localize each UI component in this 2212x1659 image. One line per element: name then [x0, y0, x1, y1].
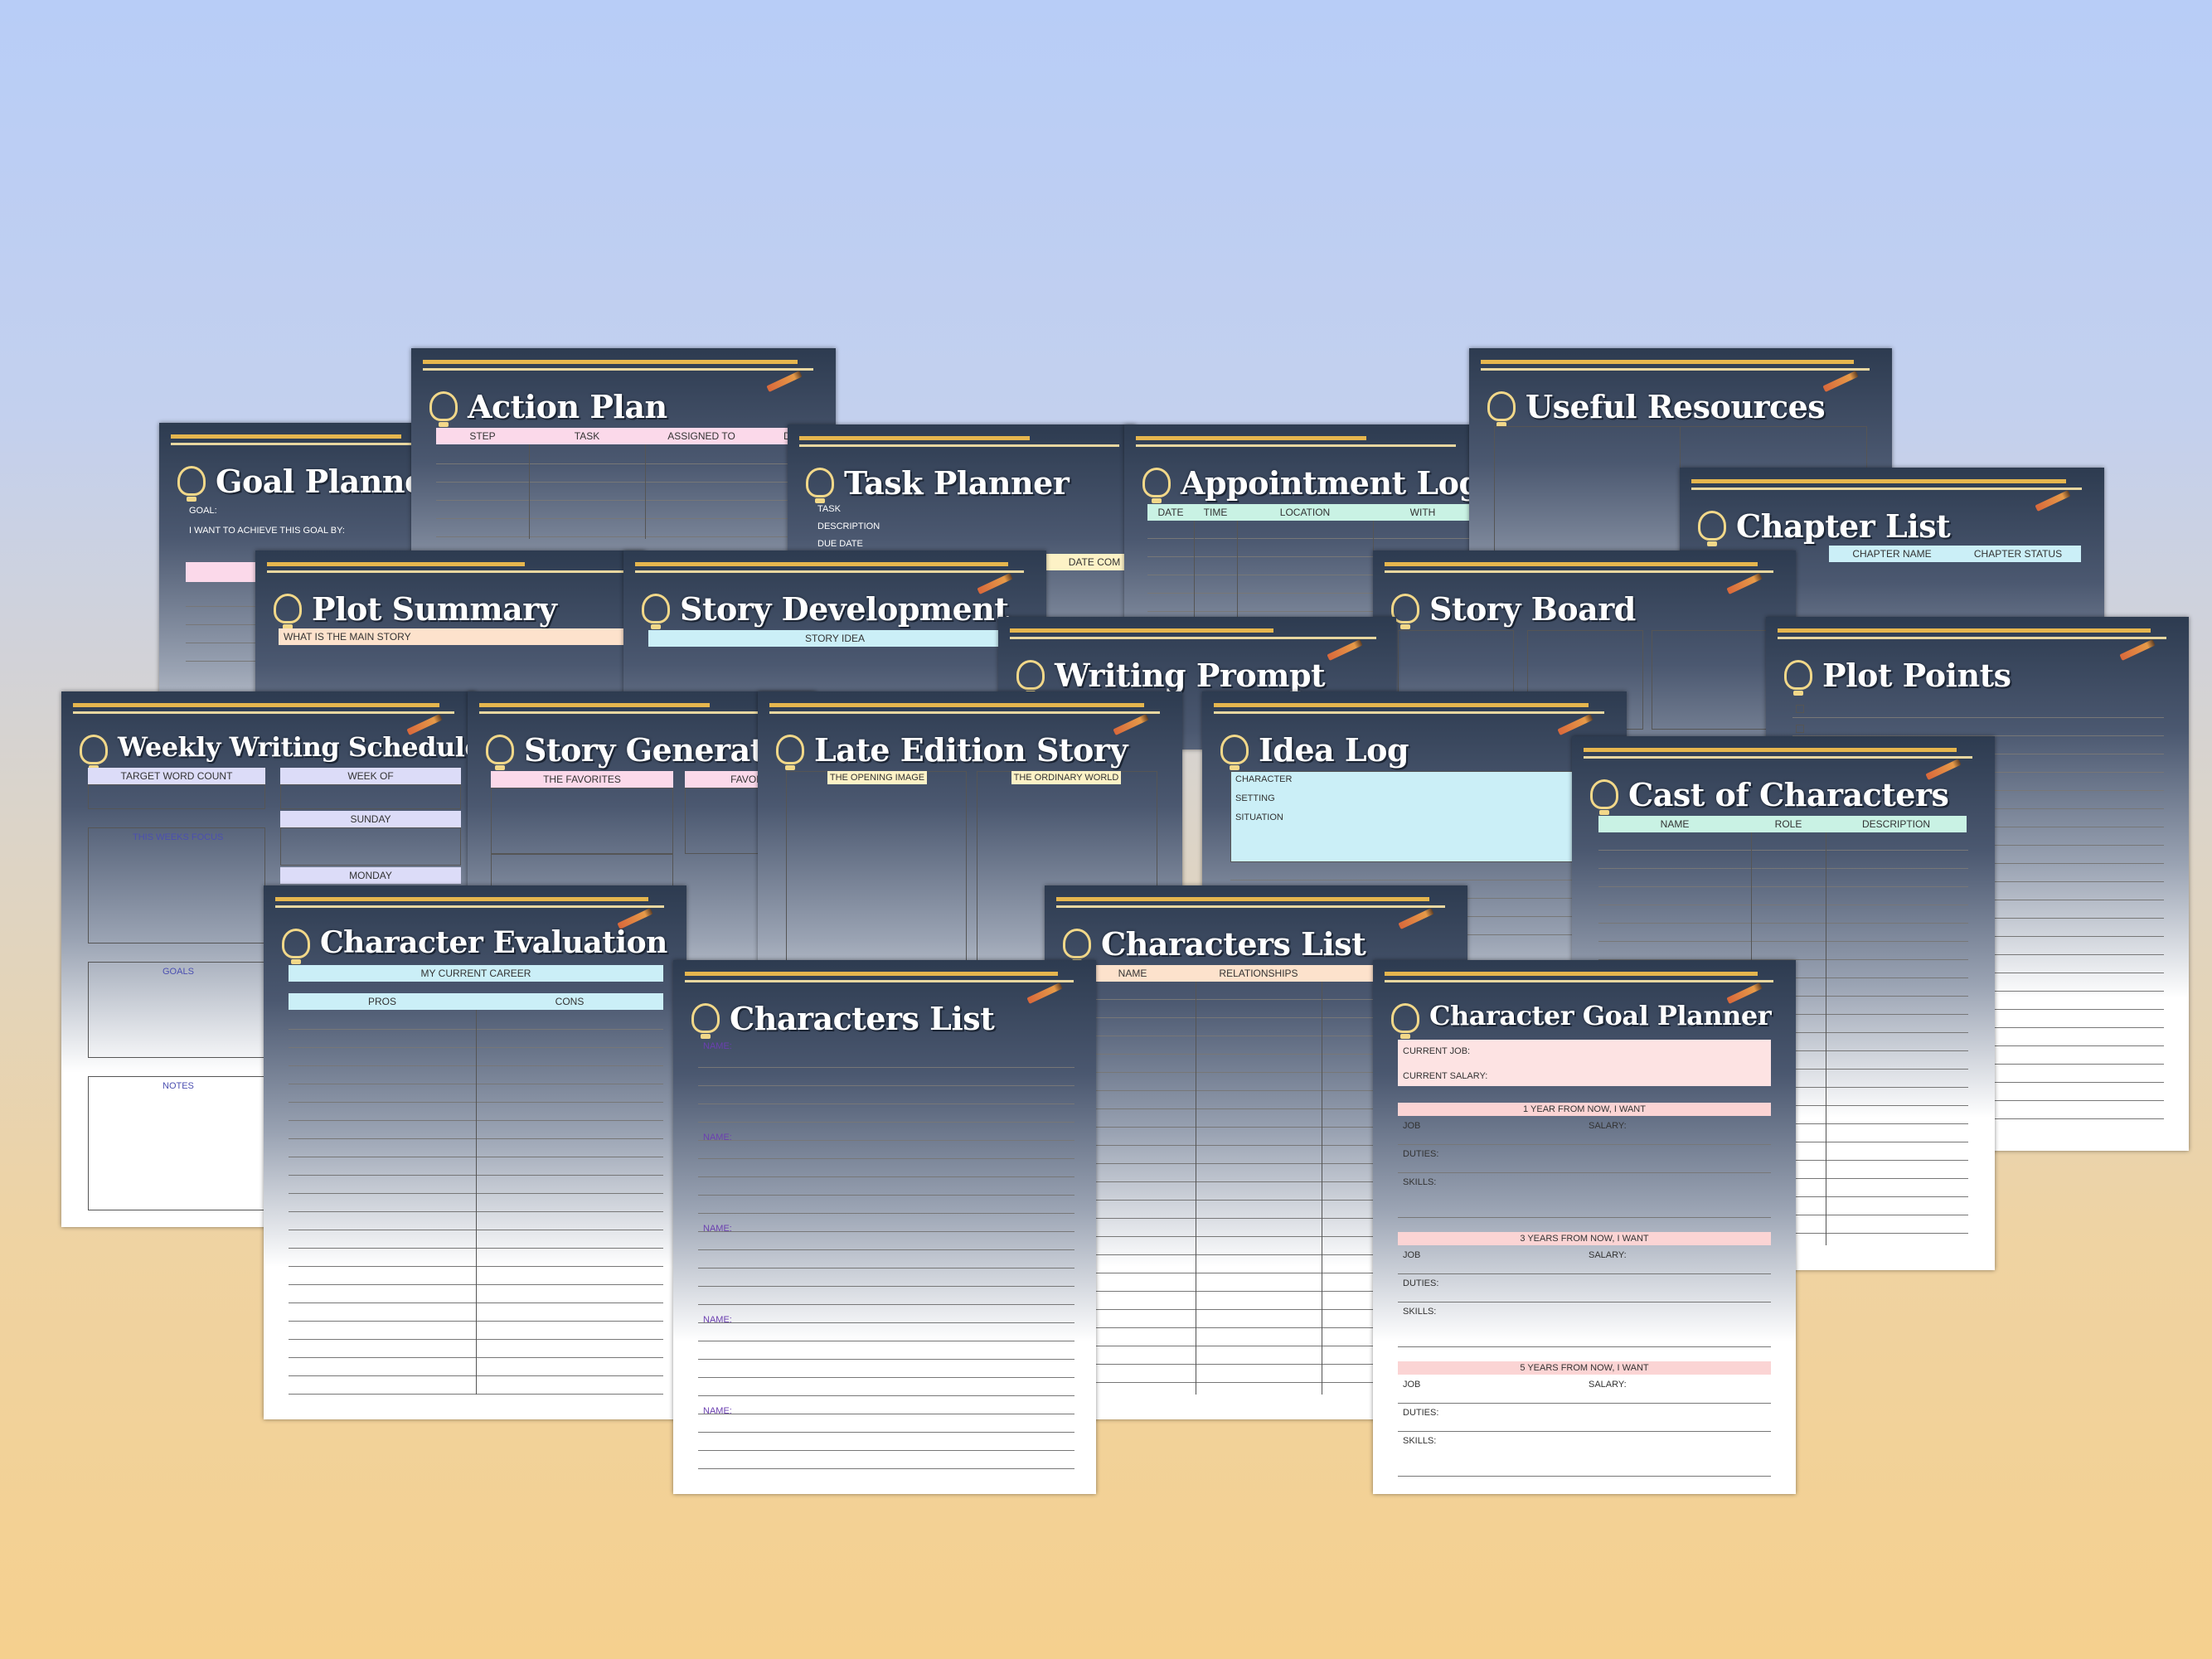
monday-header: MONDAY	[280, 867, 461, 884]
sheet-title: Appointment Log	[1181, 464, 1472, 502]
lightbulb-icon	[1590, 779, 1618, 815]
sheet-title: Weekly Writing Schedule	[118, 731, 476, 763]
lightbulb-icon	[80, 735, 108, 770]
sheet-title: Characters List	[730, 1000, 995, 1037]
salary-label: SALARY:	[1589, 1250, 1627, 1260]
lightbulb-icon	[806, 468, 834, 503]
sunday-header: SUNDAY	[280, 811, 461, 827]
col-location: LOCATION	[1237, 504, 1373, 521]
col-assigned-to: ASSIGNED TO	[645, 428, 758, 444]
ordinary-world-header: THE ORDINARY WORLD	[1011, 771, 1121, 784]
lightbulb-icon	[1698, 511, 1726, 546]
col-relationships: RELATIONSHIPS	[1196, 965, 1322, 982]
col-task: TASK	[529, 428, 645, 444]
goal-label: GOAL:	[189, 506, 217, 516]
three-years-header: 3 YEARS FROM NOW, I WANT	[1398, 1232, 1771, 1245]
opening-image-header: THE OPENING IMAGE	[827, 771, 927, 784]
col-date: DATE	[1147, 504, 1194, 521]
lightbulb-icon	[486, 735, 514, 770]
col-chapter-name: CHAPTER NAME	[1829, 546, 1955, 562]
col-name: NAME	[1598, 816, 1751, 832]
sheet-title: Story Development	[680, 590, 1009, 628]
pros-header: PROS	[289, 993, 476, 1010]
goals-label: GOALS	[163, 967, 194, 977]
due-date-label: DUE DATE	[817, 539, 863, 549]
skills-label: SKILLS:	[1403, 1436, 1437, 1446]
notes-label: NOTES	[163, 1081, 194, 1091]
main-story-header: WHAT IS THE MAIN STORY	[279, 628, 645, 645]
sheet-title: Plot Summary	[312, 590, 557, 628]
date-completed-header: DATE COM	[1045, 554, 1136, 570]
one-year-header: 1 YEAR FROM NOW, I WANT	[1398, 1103, 1771, 1116]
sheet-title: Task Planner	[844, 464, 1070, 502]
duties-label: DUTIES:	[1403, 1278, 1439, 1288]
sheet-title: Writing Prompt	[1055, 657, 1326, 694]
lightbulb-icon	[1220, 735, 1249, 770]
sheet-title: Character Goal Planner	[1429, 1000, 1772, 1031]
sheet-title: Late Edition Story	[814, 731, 1128, 769]
task-label: TASK	[817, 504, 841, 514]
current-job-label: CURRENT JOB:	[1403, 1046, 1471, 1056]
skills-label: SKILLS:	[1403, 1177, 1437, 1187]
description-label: DESCRIPTION	[817, 521, 880, 531]
sheet-title: Useful Resources	[1526, 388, 1826, 425]
lightbulb-icon	[642, 594, 670, 629]
col-chapter-status: CHAPTER STATUS	[1955, 546, 2081, 562]
character-evaluation-sheet: Character Evaluation MY CURRENT CAREER P…	[264, 885, 686, 1419]
current-salary-label: CURRENT SALARY:	[1403, 1071, 1488, 1081]
story-idea-header: STORY IDEA	[648, 630, 1021, 647]
job-label: JOB	[1403, 1250, 1421, 1260]
col-description: DESCRIPTION	[1826, 816, 1967, 832]
lightbulb-icon	[776, 735, 804, 770]
sheet-title: Characters List	[1101, 925, 1366, 963]
duties-label: DUTIES:	[1403, 1408, 1439, 1418]
salary-label: SALARY:	[1589, 1121, 1627, 1131]
setting-label: SETTING	[1235, 793, 1275, 803]
lightbulb-icon	[1487, 391, 1516, 427]
sheet-title: Goal Planner	[216, 463, 441, 500]
lightbulb-icon	[691, 1003, 720, 1039]
character-goal-planner-sheet: Character Goal Planner CURRENT JOB: CURR…	[1373, 960, 1796, 1494]
sheet-title: Story Board	[1429, 590, 1636, 628]
sheet-title: Action Plan	[468, 388, 667, 425]
lightbulb-icon	[1784, 660, 1812, 696]
sheet-title: Idea Log	[1259, 731, 1409, 769]
skills-label: SKILLS:	[1403, 1307, 1437, 1317]
favorites-header: THE FAVORITES	[491, 771, 673, 788]
salary-label: SALARY:	[1589, 1380, 1627, 1390]
five-years-header: 5 YEARS FROM NOW, I WANT	[1398, 1361, 1771, 1375]
job-label: JOB	[1403, 1121, 1421, 1131]
lightbulb-icon	[429, 391, 458, 427]
cons-header: CONS	[476, 993, 663, 1010]
lightbulb-icon	[1391, 1003, 1419, 1039]
col-role: ROLE	[1751, 816, 1826, 832]
action-plan-sheet: Action Plan STEP TASK ASSIGNED TO DO	[411, 348, 836, 564]
lightbulb-icon	[1142, 468, 1171, 503]
lightbulb-icon	[1063, 929, 1091, 964]
sheet-title: Plot Points	[1822, 657, 2011, 694]
lightbulb-icon	[1016, 660, 1045, 696]
this-weeks-focus-label: THIS WEEKS FOCUS	[133, 832, 224, 842]
character-label: CHARACTER	[1235, 774, 1293, 784]
current-career-header: MY CURRENT CAREER	[289, 965, 663, 982]
lightbulb-icon	[282, 929, 310, 964]
achieve-by-label: I WANT TO ACHIEVE THIS GOAL BY:	[189, 526, 345, 536]
characters-list-names-sheet: Characters List NAME: NAME: NAME: NAME: …	[673, 960, 1096, 1494]
col-step: STEP	[436, 428, 529, 444]
target-word-count-header: TARGET WORD COUNT	[88, 768, 265, 784]
situation-label: SITUATION	[1235, 813, 1283, 822]
week-of-header: WEEK OF	[280, 768, 461, 784]
sheet-title: Character Evaluation	[320, 925, 667, 960]
col-time: TIME	[1194, 504, 1237, 521]
sheet-title: Cast of Characters	[1628, 776, 1949, 813]
sheet-title: Chapter List	[1736, 507, 1951, 545]
lightbulb-icon	[177, 466, 206, 502]
duties-label: DUTIES:	[1403, 1149, 1439, 1159]
col-with: WITH	[1373, 504, 1472, 521]
lightbulb-icon	[274, 594, 302, 629]
job-label: JOB	[1403, 1380, 1421, 1390]
